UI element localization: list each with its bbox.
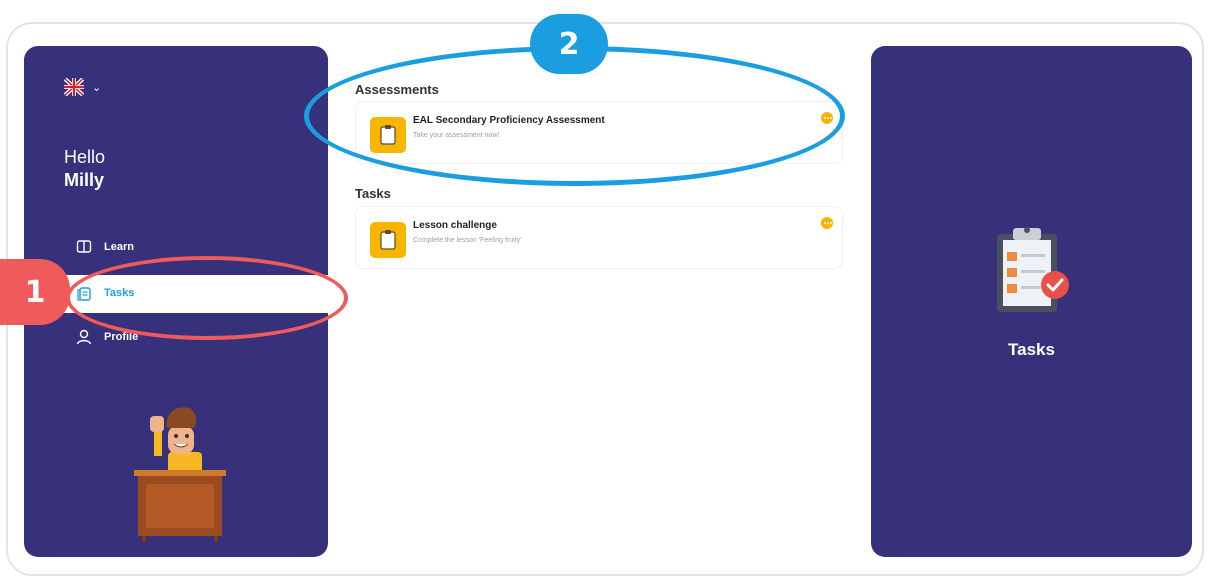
step-badge-2: 2 [530,14,608,74]
assessment-card[interactable]: EAL Secondary Proficiency Assessment Tak… [355,101,843,164]
student-avatar-illustration [134,407,226,542]
greeting-text: Hello [64,147,106,167]
clipboard-check-icon [997,227,1069,312]
assessment-card-subtitle: Take your assessment now! [413,132,500,139]
assessments-heading: Assessments [355,82,439,97]
user-icon [76,329,92,345]
sidebar-item-label: Learn [104,241,134,253]
step-badge-1: 1 [0,259,70,325]
tasks-info-panel: Tasks [871,46,1192,557]
sidebar-item-profile[interactable]: Profile [24,318,328,356]
greeting: Hello Milly [64,146,105,192]
sidebar-item-label: Tasks [104,287,135,299]
panel-title: Tasks [1008,340,1055,359]
tasks-heading: Tasks [355,186,391,201]
sidebar-item-learn[interactable]: Learn [24,228,328,266]
task-card-title: Lesson challenge [413,220,497,231]
clipboard-icon [370,222,406,258]
chevron-down-icon: ⌄ [92,81,102,94]
language-selector[interactable]: ⌄ [64,78,101,96]
uk-flag-icon [64,78,84,96]
task-card[interactable]: Lesson challenge Complete the lesson 'Fe… [355,206,843,269]
more-options-icon[interactable] [821,217,833,229]
sidebar-item-label: Profile [104,331,139,343]
clipboard-icon-glyph [380,230,396,250]
more-options-icon[interactable] [821,112,833,124]
clipboard-icon-glyph [380,125,396,145]
clipboard-icon [370,117,406,153]
task-card-subtitle: Complete the lesson 'Feeling fruity' [413,237,522,244]
user-name: Milly [64,170,105,190]
assessment-card-title: EAL Secondary Proficiency Assessment [413,115,605,126]
tasks-icon [77,287,91,301]
book-icon [76,240,92,253]
